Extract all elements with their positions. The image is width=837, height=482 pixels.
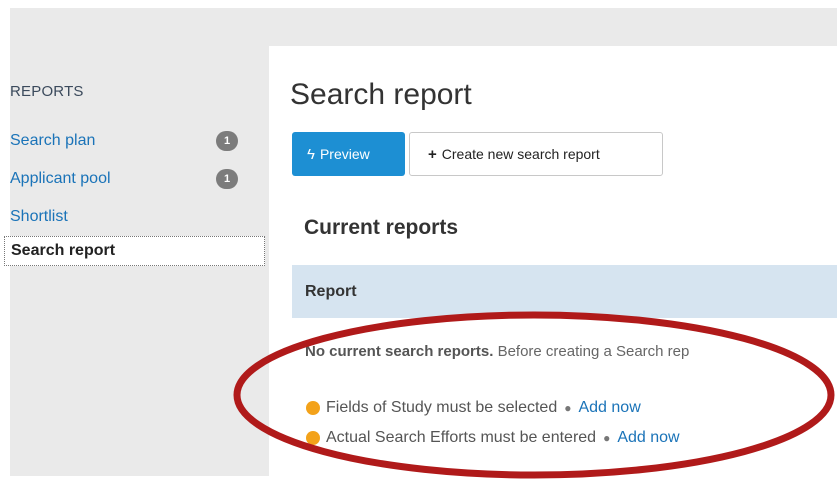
table-header: Report bbox=[292, 265, 837, 318]
create-report-button-label: Create new search report bbox=[441, 146, 600, 162]
status-dot-icon bbox=[306, 401, 320, 415]
bolt-icon: ϟ bbox=[307, 145, 315, 163]
sidebar-item-search-report[interactable]: Search report bbox=[4, 236, 265, 266]
preview-button-label: Preview bbox=[319, 146, 370, 162]
column-header-report: Report bbox=[305, 282, 357, 300]
add-search-efforts-link[interactable]: Add now bbox=[617, 429, 679, 447]
separator-bullet: ● bbox=[603, 431, 611, 445]
empty-state-text: Before creating a Search rep bbox=[493, 343, 690, 360]
sidebar-item-label: Search report bbox=[11, 242, 116, 259]
empty-state-message: No current search reports. Before creati… bbox=[305, 343, 689, 360]
empty-state-bold: No current search reports. bbox=[305, 343, 494, 360]
add-fields-of-study-link[interactable]: Add now bbox=[578, 399, 640, 417]
count-badge: 1 bbox=[216, 131, 238, 151]
sidebar-item-label: Search plan bbox=[10, 132, 96, 149]
page-title: Search report bbox=[290, 78, 472, 111]
status-dot-icon bbox=[306, 431, 320, 445]
preview-button[interactable]: ϟ Preview bbox=[292, 132, 405, 176]
requirement-text: Actual Search Efforts must be entered bbox=[326, 429, 597, 446]
requirement-item: Fields of Study must be selected ● Add n… bbox=[306, 399, 641, 417]
create-report-button[interactable]: + Create new search report bbox=[409, 132, 663, 176]
top-bar bbox=[10, 8, 837, 46]
section-title: Current reports bbox=[304, 216, 459, 239]
sidebar: REPORTS Search plan 1 Applicant pool 1 S… bbox=[4, 46, 269, 476]
plus-icon: + bbox=[428, 145, 437, 163]
requirement-item: Actual Search Efforts must be entered ● … bbox=[306, 429, 680, 447]
sidebar-heading: REPORTS bbox=[10, 83, 84, 100]
count-badge: 1 bbox=[216, 169, 238, 189]
sidebar-item-applicant-pool[interactable]: Applicant pool 1 bbox=[10, 166, 269, 192]
sidebar-item-search-plan[interactable]: Search plan 1 bbox=[10, 128, 269, 154]
sidebar-item-shortlist[interactable]: Shortlist bbox=[10, 204, 269, 230]
sidebar-item-label: Applicant pool bbox=[10, 170, 111, 187]
requirement-text: Fields of Study must be selected bbox=[326, 399, 558, 416]
separator-bullet: ● bbox=[564, 401, 572, 415]
main-content: Search report ϟ Preview + Create new sea… bbox=[269, 46, 837, 482]
sidebar-item-label: Shortlist bbox=[10, 208, 68, 225]
